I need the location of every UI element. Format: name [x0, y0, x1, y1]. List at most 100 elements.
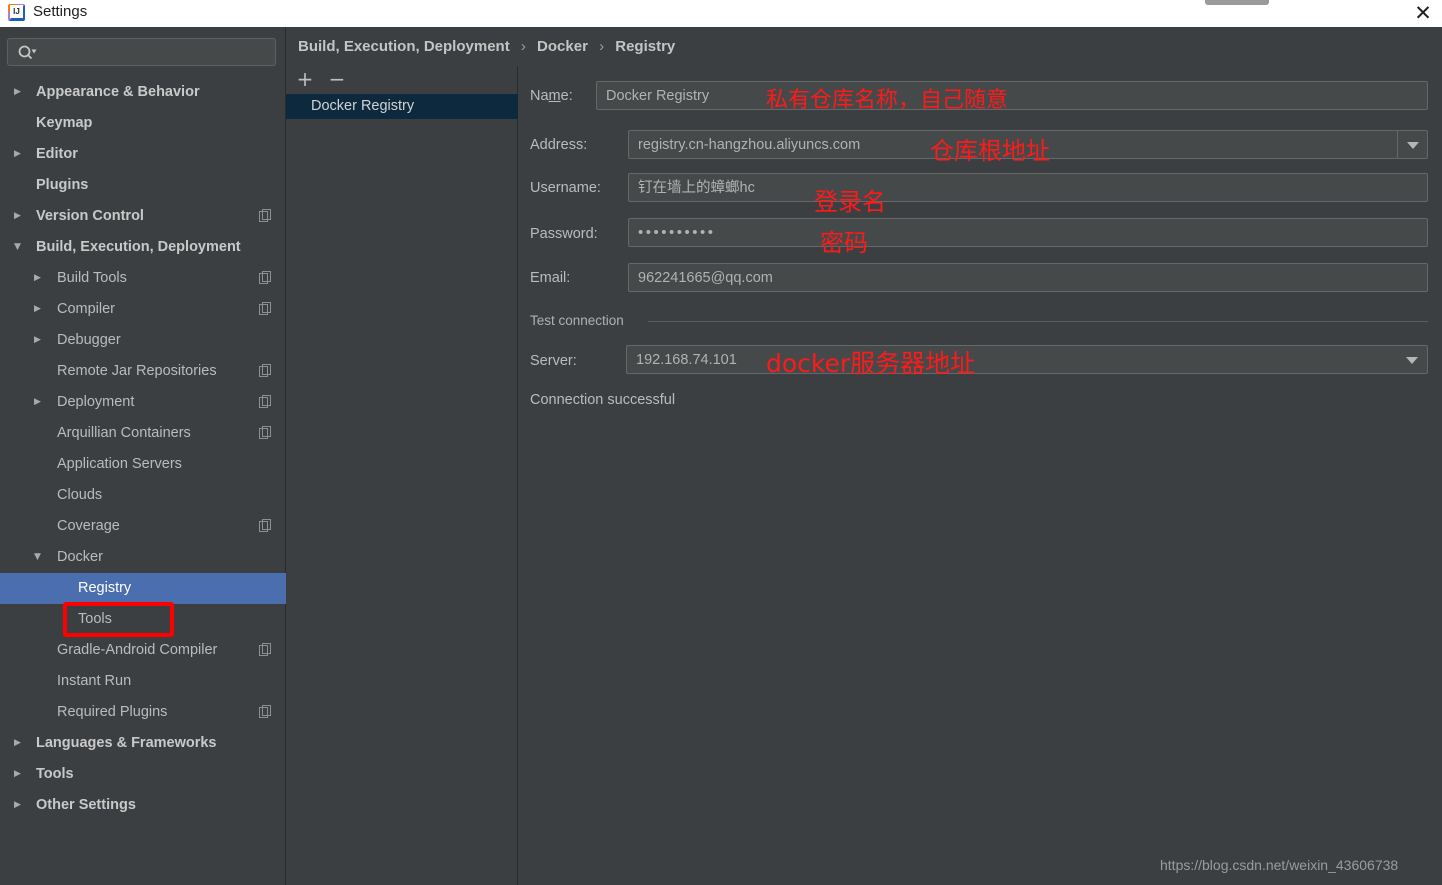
- search-input[interactable]: [44, 43, 269, 63]
- copy-icon: [259, 271, 271, 284]
- copy-icon: [259, 302, 271, 315]
- section-divider: [648, 321, 1428, 322]
- chevron-right-icon[interactable]: ▶: [34, 304, 45, 315]
- connection-status-text: Connection successful: [530, 392, 676, 408]
- sidebar-item-keymap[interactable]: Keymap: [0, 108, 286, 139]
- sidebar-item-label: Remote Jar Repositories: [57, 363, 217, 379]
- sidebar-item-plugins[interactable]: Plugins: [0, 170, 286, 201]
- sidebar-item-label: Appearance & Behavior: [36, 84, 200, 100]
- sidebar-item-label: Tools: [78, 611, 112, 627]
- breadcrumb-part-1[interactable]: Build, Execution, Deployment: [298, 38, 510, 55]
- breadcrumb: Build, Execution, Deployment › Docker › …: [298, 38, 675, 60]
- chevron-down-icon[interactable]: ▼: [34, 552, 45, 563]
- sidebar-item-registry[interactable]: Registry: [0, 573, 286, 604]
- sidebar-item-label: Tools: [36, 766, 74, 782]
- sidebar-item-instant-run[interactable]: Instant Run: [0, 666, 286, 697]
- remove-registry-button[interactable]: −: [326, 69, 348, 91]
- chevron-right-icon[interactable]: ▶: [14, 211, 25, 222]
- sidebar-item-application-servers[interactable]: Application Servers: [0, 449, 286, 480]
- sidebar-item-label: Registry: [78, 580, 132, 596]
- sidebar-item-compiler[interactable]: ▶ Compiler: [0, 294, 286, 325]
- window-titlebar: Settings ✕: [0, 0, 1442, 27]
- email-value: 962241665@qq.com: [638, 270, 773, 286]
- chevron-right-icon[interactable]: ▶: [34, 273, 45, 284]
- username-value: 钉在墙上的蟑螂hc: [638, 180, 755, 196]
- address-dropdown-button[interactable]: [1397, 131, 1427, 158]
- breadcrumb-part-2[interactable]: Docker: [537, 38, 588, 55]
- sidebar-item-required-plugins[interactable]: Required Plugins: [0, 697, 286, 728]
- sidebar-item-languages-frameworks[interactable]: ▶ Languages & Frameworks: [0, 728, 286, 759]
- add-registry-button[interactable]: +: [294, 69, 316, 91]
- sidebar-item-arquillian-containers[interactable]: Arquillian Containers: [0, 418, 286, 449]
- server-value: 192.168.74.101: [636, 352, 737, 368]
- name-label: Name:: [530, 88, 573, 104]
- sidebar-item-label: Application Servers: [57, 456, 182, 472]
- test-connection-section-title: Test connection: [530, 313, 624, 328]
- copy-icon: [259, 395, 271, 408]
- sidebar-item-tools[interactable]: Tools: [0, 604, 286, 635]
- address-field[interactable]: registry.cn-hangzhou.aliyuncs.com: [628, 130, 1428, 159]
- chevron-right-icon[interactable]: ▶: [14, 769, 25, 780]
- server-label: Server:: [530, 353, 577, 369]
- chevron-down-icon: [1407, 142, 1419, 149]
- registry-list-panel: + − Docker Registry: [286, 66, 518, 885]
- copy-icon: [259, 519, 271, 532]
- sidebar-item-docker[interactable]: ▼ Docker: [0, 542, 286, 573]
- close-icon[interactable]: ✕: [1404, 0, 1442, 27]
- sidebar-item-label: Coverage: [57, 518, 120, 534]
- sidebar-item-coverage[interactable]: Coverage: [0, 511, 286, 542]
- password-field[interactable]: ••••••••••: [628, 218, 1428, 247]
- sidebar-item-other-settings[interactable]: ▶ Other Settings: [0, 790, 286, 821]
- watermark: https://blog.csdn.net/weixin_43606738: [1160, 857, 1399, 873]
- name-field[interactable]: Docker Registry: [596, 81, 1428, 110]
- chevron-right-icon[interactable]: ▶: [14, 87, 25, 98]
- sidebar-item-build-tools[interactable]: ▶ Build Tools: [0, 263, 286, 294]
- address-label: Address:: [530, 137, 588, 153]
- chevron-right-icon[interactable]: ▶: [14, 149, 25, 160]
- sidebar-item-label: Instant Run: [57, 673, 132, 689]
- chevron-right-icon[interactable]: ▶: [34, 397, 45, 408]
- username-field[interactable]: 钉在墙上的蟑螂hc: [628, 173, 1428, 202]
- sidebar-item-remote-jar-repositories[interactable]: Remote Jar Repositories: [0, 356, 286, 387]
- email-label: Email:: [530, 270, 571, 286]
- sidebar-item-tools[interactable]: ▶ Tools: [0, 759, 286, 790]
- window-restore-button[interactable]: [1205, 0, 1269, 5]
- search-box[interactable]: [7, 38, 276, 66]
- sidebar-item-label: Docker: [57, 549, 103, 565]
- copy-icon: [259, 364, 271, 377]
- chevron-right-icon[interactable]: ▶: [34, 335, 45, 346]
- sidebar-item-label: Build Tools: [57, 270, 127, 286]
- server-dropdown-button[interactable]: [1397, 346, 1427, 373]
- settings-sidebar: ▶ Appearance & Behavior Keymap ▶ Editor Plugi…: [0, 27, 286, 885]
- sidebar-item-label: Editor: [36, 146, 78, 162]
- sidebar-item-label: Plugins: [36, 177, 89, 193]
- list-item[interactable]: Docker Registry: [286, 94, 518, 119]
- sidebar-item-label: Other Settings: [36, 797, 136, 813]
- password-label: Password:: [530, 226, 598, 242]
- address-value: registry.cn-hangzhou.aliyuncs.com: [638, 137, 861, 153]
- copy-icon: [259, 209, 271, 222]
- sidebar-item-label: Arquillian Containers: [57, 425, 191, 441]
- email-field[interactable]: 962241665@qq.com: [628, 263, 1428, 292]
- sidebar-item-deployment[interactable]: ▶ Deployment: [0, 387, 286, 418]
- chevron-right-icon[interactable]: ▶: [14, 738, 25, 749]
- sidebar-item-gradle-android-compiler[interactable]: Gradle-Android Compiler: [0, 635, 286, 666]
- sidebar-item-build-execution-deployment[interactable]: ▼ Build, Execution, Deployment: [0, 232, 286, 263]
- intellij-idea-icon: [8, 4, 25, 21]
- registry-list-toolbar: + −: [286, 66, 518, 94]
- sidebar-item-version-control[interactable]: ▶ Version Control: [0, 201, 286, 232]
- sidebar-item-debugger[interactable]: ▶ Debugger: [0, 325, 286, 356]
- sidebar-item-editor[interactable]: ▶ Editor: [0, 139, 286, 170]
- sidebar-item-appearance-behavior[interactable]: ▶ Appearance & Behavior: [0, 77, 286, 108]
- sidebar-item-label: Required Plugins: [57, 704, 168, 720]
- sidebar-item-label: Languages & Frameworks: [36, 735, 217, 751]
- copy-icon: [259, 643, 271, 656]
- password-value: ••••••••••: [638, 224, 716, 241]
- chevron-down-icon[interactable]: ▼: [14, 242, 25, 253]
- chevron-right-icon[interactable]: ▶: [14, 800, 25, 811]
- sidebar-item-label: Gradle-Android Compiler: [57, 642, 218, 658]
- sidebar-item-label: Keymap: [36, 115, 93, 131]
- server-field[interactable]: 192.168.74.101: [626, 345, 1428, 374]
- sidebar-item-clouds[interactable]: Clouds: [0, 480, 286, 511]
- window-title: Settings: [33, 3, 88, 20]
